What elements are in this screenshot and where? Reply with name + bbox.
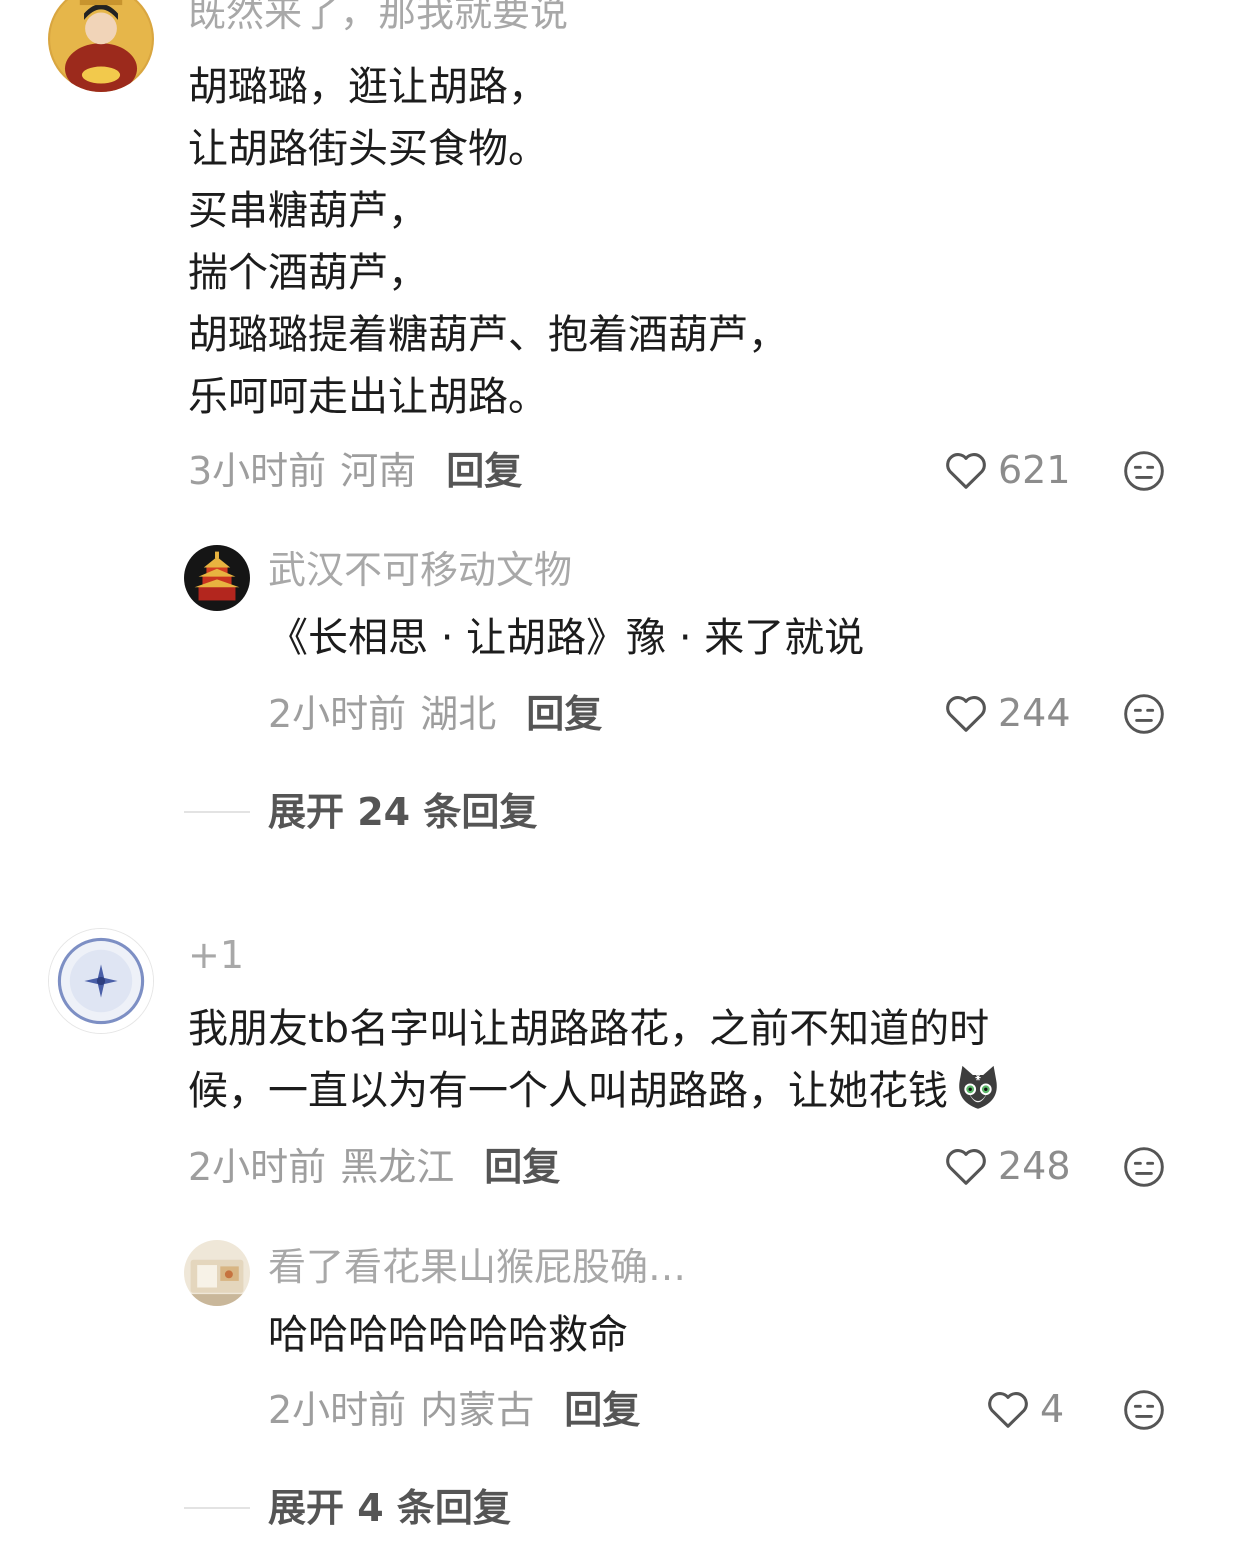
comment-text: 胡璐璐，逛让胡路， 让胡路街头买食物。 买串糖葫芦， 揣个酒葫芦， 胡璐璐提着糖… [188,56,788,428]
comment-text-line: 胡璐璐提着糖葫芦、抱着酒葫芦， [188,312,788,358]
reply-time: 2小时前 [268,1388,407,1432]
divider [184,1507,250,1509]
comment-text-line: 候，一直以为有一个人叫胡路路，让她花钱 [188,1060,1004,1122]
like-button[interactable]: 621 [944,450,1071,490]
avatar-image [184,545,250,611]
heart-outline-icon [946,1149,986,1185]
avatar[interactable] [184,1240,250,1306]
avatar-image [48,0,154,92]
reply-location: 内蒙古 [420,1388,535,1432]
reply-button[interactable]: 回复 [484,1148,560,1186]
comment-text-line: 乐呵呵走出让胡路。 [188,374,548,420]
comment-meta: 3小时前 河南 回复 [188,452,522,490]
like-button[interactable]: 4 [986,1389,1064,1429]
avatar[interactable] [48,928,154,1034]
reply-meta: 2小时前 湖北 回复 [268,695,602,733]
comment-time: 3小时前 [188,449,327,493]
expand-replies-label: 展开 4 条回复 [268,1486,511,1530]
like-count: 244 [998,691,1071,735]
comment-username[interactable]: 既然来了，那我就要说 [188,0,568,32]
avatar-image [184,1240,250,1306]
expand-replies-label: 展开 24 条回复 [268,790,538,834]
reply-meta: 2小时前 内蒙古 回复 [268,1391,640,1429]
comment-location: 黑龙江 [340,1145,455,1189]
meh-face-icon[interactable] [1122,449,1166,493]
comment-time: 2小时前 [188,1145,327,1189]
heart-outline-icon [946,696,986,732]
reply-text: 《长相思 · 让胡路》豫 · 来了就说 [268,615,865,661]
reply-button[interactable]: 回复 [564,1391,640,1429]
reply-button[interactable]: 回复 [526,695,602,733]
comment-meta: 2小时前 黑龙江 回复 [188,1148,560,1186]
reply-location: 湖北 [420,692,497,736]
reply-username[interactable]: 武汉不可移动文物 [268,551,572,589]
like-count: 4 [1040,1387,1065,1431]
meh-face-icon[interactable] [1122,1145,1166,1189]
reply-time: 2小时前 [268,692,407,736]
comment-text-line: 我朋友tb名字叫让胡路路花，之前不知道的时 [188,1006,990,1052]
comment-text-line: 让胡路街头买食物。 [188,126,548,172]
like-count: 621 [998,448,1071,492]
comment-text: 我朋友tb名字叫让胡路路花，之前不知道的时 候，一直以为有一个人叫胡路路，让她花… [188,998,1004,1122]
expand-replies-button[interactable]: 展开 4 条回复 [184,1489,511,1527]
comment-text-line: 买串糖葫芦， [188,188,428,234]
avatar[interactable] [184,545,250,611]
like-button[interactable]: 248 [944,1146,1071,1186]
like-count: 248 [998,1144,1071,1188]
like-button[interactable]: 244 [944,693,1071,733]
cat-sticker-icon [959,1065,997,1109]
comment-location: 河南 [340,449,417,493]
comment-username[interactable]: +1 [188,936,244,974]
meh-face-icon[interactable] [1122,1388,1166,1432]
reply-button[interactable]: 回复 [446,452,522,490]
divider [184,811,250,813]
expand-replies-button[interactable]: 展开 24 条回复 [184,793,537,831]
heart-outline-icon [946,453,986,489]
avatar-image [49,929,153,1033]
heart-outline-icon [988,1392,1028,1428]
reply-text: 哈哈哈哈哈哈哈救命 [268,1312,628,1358]
reply-username[interactable]: 看了看花果山猴屁股确… [268,1248,686,1286]
comment-text-line: 揣个酒葫芦， [188,250,428,296]
avatar[interactable] [48,0,154,92]
comment-feed: 既然来了，那我就要说 胡璐璐，逛让胡路， 让胡路街头买食物。 买串糖葫芦， 揣个… [0,0,1236,1562]
comment-text-segment: 候，一直以为有一个人叫胡路路，让她花钱 [188,1068,948,1114]
meh-face-icon[interactable] [1122,692,1166,736]
comment-text-line: 胡璐璐，逛让胡路， [188,64,548,110]
